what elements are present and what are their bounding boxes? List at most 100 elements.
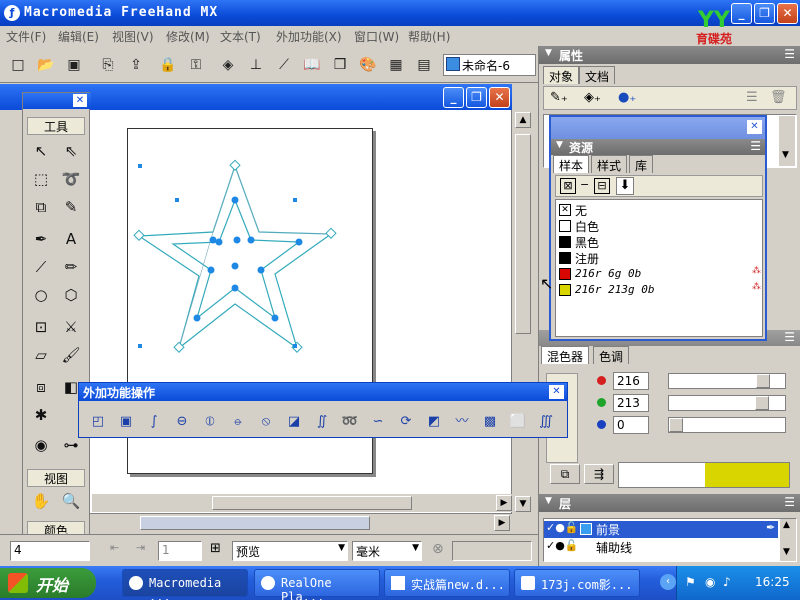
color-mixer-icon[interactable]: 🎨 (358, 55, 378, 75)
layers-collapse-icon[interactable]: ▼ (545, 496, 552, 506)
menu-xtras[interactable]: 外加功能(X) (276, 28, 342, 45)
eraser-tool-icon[interactable]: ▱ (29, 343, 53, 367)
text-tool-icon[interactable]: A (59, 227, 83, 251)
assets-menu-icon[interactable]: ☰ (750, 139, 761, 153)
emboss-icon[interactable]: ⬜ (507, 411, 529, 433)
horizontal-scrollbar[interactable]: ▶ (92, 494, 514, 512)
grid-icon[interactable]: ▦ (386, 55, 406, 75)
scroll-up-arrow[interactable]: ▲ (515, 112, 531, 128)
star-outer-handles[interactable] (133, 159, 337, 353)
blue-slider[interactable] (668, 417, 786, 433)
union-icon[interactable]: ⊖ (171, 411, 193, 433)
vertical-scrollbar[interactable]: ▲ ▼ (514, 110, 532, 514)
menu-edit[interactable]: 编辑(E) (58, 28, 99, 45)
lasso-tool-icon[interactable]: ➰ (59, 167, 83, 191)
properties-scroll-down-icon[interactable]: ▼ (782, 150, 789, 160)
add-fill-icon[interactable]: ◈₊ (584, 90, 601, 105)
swatch-item[interactable]: 216r 6g 0b ⁂ (558, 266, 761, 282)
transparency-icon[interactable]: ∬ (311, 411, 333, 433)
swatch-item[interactable]: 注册 (558, 250, 758, 266)
layers-scroll-up-icon[interactable]: ▲ (783, 520, 790, 530)
selection-handles[interactable] (138, 164, 297, 392)
add-page-icon[interactable]: ⊞ (210, 541, 226, 559)
layer-pen-icon[interactable]: ✒ (766, 521, 775, 534)
symbols-icon[interactable]: ❒ (330, 55, 350, 75)
assets-collapse-icon[interactable]: ▼ (556, 140, 563, 150)
group-icon[interactable]: ◈ (218, 55, 238, 75)
page-tool-icon[interactable]: ⬚ (29, 167, 53, 191)
tab-library[interactable]: 库 (629, 155, 654, 173)
close-button[interactable]: ✕ (777, 3, 798, 24)
eyedropper-tool-icon[interactable]: ✎ (59, 195, 83, 219)
star-anchor-points[interactable] (193, 196, 303, 322)
new-file-icon[interactable]: □ (8, 55, 28, 75)
green-slider[interactable] (668, 395, 786, 411)
trap-icon[interactable]: ▩ (479, 411, 501, 433)
reverse-direction-icon[interactable]: ⟳ (395, 411, 417, 433)
properties-panel-header[interactable]: ▼ 属性 ☰ (539, 46, 800, 64)
add-stroke-icon[interactable]: ✎₊ (550, 90, 568, 105)
menu-file[interactable]: 文件(F) (6, 28, 46, 45)
mixer-menu-icon[interactable]: ☰ (784, 330, 795, 344)
swatch-item[interactable]: ✕ 无 (558, 202, 758, 218)
blend-icon[interactable]: ∫ (143, 411, 165, 433)
save-icon[interactable]: ▣ (64, 55, 84, 75)
properties-collapse-icon[interactable]: ▼ (545, 48, 552, 58)
divide-icon[interactable]: ⦶ (199, 411, 221, 433)
library-icon[interactable]: 📖 (302, 55, 322, 75)
doc-maximize-button[interactable]: ❐ (466, 87, 487, 108)
line-tool-icon[interactable]: ⟋ (29, 255, 53, 279)
properties-menu-icon[interactable]: ☰ (784, 47, 795, 61)
layer-color-swatch[interactable] (580, 523, 592, 535)
pencil-tool-icon[interactable]: ✏ (59, 255, 83, 279)
graphic-hose-icon[interactable]: ✱ (29, 403, 53, 427)
polygon-tool-icon[interactable]: ⬡ (59, 283, 83, 307)
hand-tool-icon[interactable]: ✋ (29, 489, 53, 513)
open-file-icon[interactable]: 📂 (36, 55, 56, 75)
delete-attribute-icon[interactable]: 🗑 (770, 90, 787, 105)
swatch-item[interactable]: 216r 213g 0b ⁂ (558, 282, 761, 298)
arc-icon[interactable]: ◰ (87, 411, 109, 433)
duplicate-attribute-icon[interactable]: ☰ (746, 90, 758, 105)
scroll-down-arrow[interactable]: ▼ (515, 496, 531, 512)
prev-page-icon[interactable]: ⇤ (110, 541, 126, 559)
export-icon[interactable]: ⇪ (126, 55, 146, 75)
add-to-swatches-icon[interactable]: ⧉ (550, 464, 580, 484)
tab-swatches[interactable]: 样本 (553, 155, 590, 173)
swap-colors-icon[interactable]: ⇶ (584, 464, 614, 484)
cancel-render-icon[interactable]: ⊗ (432, 541, 448, 559)
document-name-field[interactable]: 未命名-6 (443, 54, 536, 76)
xtra-close-icon[interactable]: ✕ (549, 385, 564, 399)
tray-expand-icon[interactable]: ‹ (660, 574, 676, 590)
star-outer[interactable] (137, 164, 333, 350)
intersect-icon[interactable]: ⦵ (227, 411, 249, 433)
next-page-icon[interactable]: ⇥ (136, 541, 152, 559)
taskbar-task-freehand[interactable]: Macromedia ... (122, 569, 248, 600)
crop-icon[interactable]: ◪ (283, 411, 305, 433)
unlock-icon[interactable]: ⚿ (186, 55, 206, 75)
tab-document[interactable]: 文档 (579, 66, 616, 84)
perspective-tool-icon[interactable]: ⧈ (29, 375, 53, 399)
tray-network-icon[interactable]: ⚑ (685, 575, 696, 589)
scroll-thumb[interactable] (515, 134, 531, 334)
roughen-icon[interactable]: ∽ (367, 411, 389, 433)
tray-volume-icon[interactable]: ♪ (723, 575, 731, 589)
menu-text[interactable]: 文本(T) (220, 28, 261, 45)
import-icon[interactable]: ⎘ (98, 55, 118, 75)
guides-visible-icon[interactable]: ✓●🔓 (546, 539, 579, 552)
green-slider-thumb[interactable] (754, 396, 769, 410)
subselect-tool-icon[interactable]: ⇖ (59, 139, 83, 163)
layers-scroll-down-icon[interactable]: ▼ (783, 547, 790, 557)
taskbar-task-browser[interactable]: 173j.com影... (514, 569, 640, 597)
red-slider-thumb[interactable] (755, 374, 770, 388)
pointer-tool-icon[interactable]: ↖ (29, 139, 53, 163)
zoom-tool-icon[interactable]: 🔍 (59, 489, 83, 513)
green-value-input[interactable]: 213 (613, 394, 649, 412)
tab-styles[interactable]: 样式 (591, 155, 628, 173)
align-icon[interactable]: ⊥ (246, 55, 266, 75)
menu-view[interactable]: 视图(V) (112, 28, 154, 45)
stroke-swatch-icon[interactable]: ⊟ (594, 178, 610, 194)
zoom-field[interactable]: 4 (10, 541, 90, 561)
doc-close-button[interactable]: ✕ (489, 87, 510, 108)
simplify-icon[interactable]: 〰 (451, 411, 473, 433)
